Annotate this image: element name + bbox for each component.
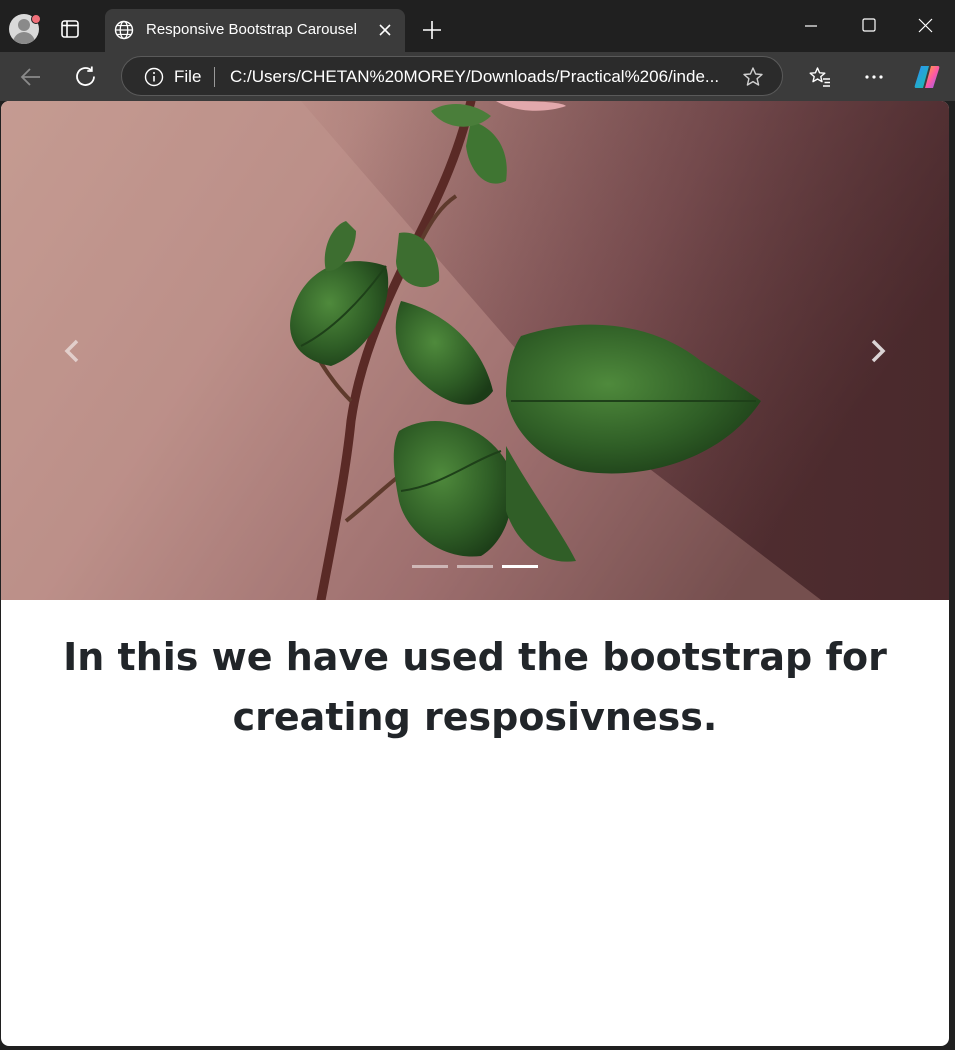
profile-badge — [31, 14, 41, 24]
browser-tab[interactable]: Responsive Bootstrap Carousel — [105, 9, 405, 52]
scheme-label: File — [174, 67, 202, 86]
tab-actions-icon[interactable] — [58, 17, 82, 41]
more-icon[interactable] — [862, 65, 886, 89]
close-window-icon[interactable] — [897, 0, 955, 52]
maximize-icon[interactable] — [840, 0, 898, 52]
globe-icon — [114, 20, 134, 40]
browser-toolbar: File C:/Users/CHETAN%20MOREY/Downloads/P… — [0, 52, 955, 101]
url-text[interactable]: C:/Users/CHETAN%20MOREY/Downloads/Practi… — [230, 67, 719, 87]
info-icon[interactable] — [144, 67, 164, 87]
chevron-left-icon — [64, 339, 79, 363]
plus-icon[interactable] — [421, 19, 443, 41]
copilot-icon[interactable] — [912, 62, 942, 92]
carousel-indicator-3[interactable] — [502, 565, 538, 568]
carousel-indicator-2[interactable] — [457, 565, 493, 568]
carousel-indicators — [412, 565, 542, 571]
arrow-left-icon[interactable] — [18, 64, 44, 90]
minimize-icon[interactable] — [782, 0, 840, 52]
carousel-prev-button[interactable] — [1, 101, 143, 600]
avatar-body — [13, 32, 35, 44]
address-bar[interactable]: File C:/Users/CHETAN%20MOREY/Downloads/P… — [121, 56, 783, 96]
star-icon[interactable] — [742, 66, 764, 88]
title-bar: Responsive Bootstrap Carousel — [0, 0, 955, 52]
image-carousel — [1, 101, 949, 600]
avatar-head — [18, 19, 30, 31]
page-headline: In this we have used the bootstrap for c… — [63, 635, 887, 739]
tab-title: Responsive Bootstrap Carousel — [146, 21, 357, 38]
address-separator — [214, 67, 215, 87]
chevron-right-icon — [871, 339, 886, 363]
close-icon[interactable] — [377, 22, 393, 38]
reload-icon[interactable] — [73, 64, 99, 90]
carousel-next-button[interactable] — [807, 101, 949, 600]
favorites-icon[interactable] — [808, 65, 832, 89]
carousel-indicator-1[interactable] — [412, 565, 448, 568]
page-viewport: In this we have used the bootstrap for c… — [1, 101, 949, 1046]
